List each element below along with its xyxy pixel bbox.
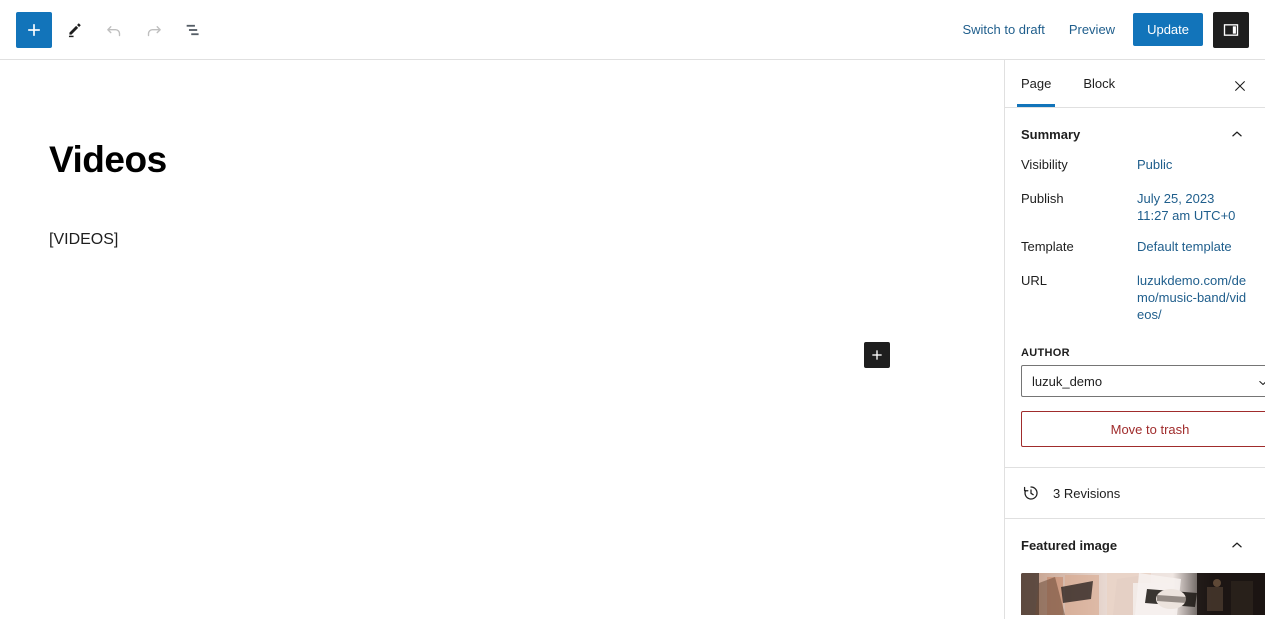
editor-header: Switch to draft Preview Update (0, 0, 1265, 60)
summary-row-template: Template Default template (1021, 238, 1249, 258)
document-overview-button[interactable] (176, 12, 212, 48)
revisions-label: 3 Revisions (1053, 486, 1120, 501)
document-overview-icon (183, 19, 205, 41)
author-select[interactable]: luzuk_demo (1021, 365, 1265, 397)
close-sidebar-button[interactable] (1225, 71, 1255, 101)
revisions-row[interactable]: 3 Revisions (1005, 468, 1265, 518)
close-icon (1232, 78, 1248, 94)
template-label: Template (1021, 238, 1137, 254)
header-left-tools (0, 12, 212, 48)
post-title[interactable]: Videos (49, 138, 167, 182)
summary-row-publish: Publish July 25, 2023 11:27 am UTC+0 (1021, 190, 1249, 224)
preview-button[interactable]: Preview (1057, 16, 1127, 43)
publish-label: Publish (1021, 190, 1137, 206)
template-value[interactable]: Default template (1137, 238, 1232, 255)
block-editor-app: Switch to draft Preview Update Videos [V… (0, 0, 1265, 619)
sidebar-tabs: Page Block (1005, 60, 1265, 108)
move-to-trash-button[interactable]: Move to trash (1021, 411, 1265, 447)
sidebar-panel-icon (1221, 20, 1241, 40)
featured-image-collapse-button[interactable] (1225, 533, 1249, 557)
redo-button[interactable] (136, 12, 172, 48)
featured-image-thumbnail[interactable] (1021, 573, 1265, 615)
pencil-icon (63, 19, 85, 41)
publish-value[interactable]: July 25, 2023 11:27 am UTC+0 (1137, 190, 1235, 224)
update-button[interactable]: Update (1133, 13, 1203, 46)
revision-history-icon (1021, 483, 1041, 503)
block-inserter-button[interactable] (864, 342, 890, 368)
tab-block[interactable]: Block (1067, 60, 1131, 107)
author-label: AUTHOR (1021, 347, 1249, 359)
add-block-button[interactable] (16, 12, 52, 48)
sidebar-toggle-button[interactable] (1213, 12, 1249, 48)
edit-tools-button[interactable] (56, 12, 92, 48)
undo-arrow-icon (103, 19, 125, 41)
editor-canvas[interactable]: Videos [VIDEOS] (0, 60, 1004, 619)
chevron-up-icon (1228, 125, 1246, 143)
url-value[interactable]: luzukdemo.com/demo/music-band/videos/ (1137, 272, 1249, 323)
summary-row-url: URL luzukdemo.com/demo/music-band/videos… (1021, 272, 1249, 323)
plus-icon (869, 347, 885, 363)
summary-row-visibility: Visibility Public (1021, 156, 1249, 176)
summary-collapse-button[interactable] (1225, 122, 1249, 146)
tab-page[interactable]: Page (1005, 60, 1067, 107)
author-section: AUTHOR luzuk_demo Move to trash (1005, 341, 1265, 447)
visibility-value[interactable]: Public (1137, 156, 1172, 173)
plus-icon (24, 20, 44, 40)
summary-panel-header[interactable]: Summary (1005, 108, 1265, 156)
url-label: URL (1021, 272, 1137, 288)
settings-sidebar: Page Block Summary Visibility Public (1004, 60, 1265, 619)
switch-to-draft-button[interactable]: Switch to draft (950, 16, 1056, 43)
featured-image-title: Featured image (1021, 538, 1117, 553)
visibility-label: Visibility (1021, 156, 1137, 172)
summary-title: Summary (1021, 127, 1080, 142)
author-select-wrapper: luzuk_demo (1021, 365, 1265, 397)
post-paragraph-block[interactable]: [VIDEOS] (49, 228, 118, 252)
undo-button[interactable] (96, 12, 132, 48)
header-right-actions: Switch to draft Preview Update (950, 12, 1265, 48)
featured-image-panel-header[interactable]: Featured image (1005, 519, 1265, 567)
summary-rows: Visibility Public Publish July 25, 2023 … (1005, 156, 1265, 341)
featured-image-photo (1021, 573, 1265, 615)
redo-arrow-icon (143, 19, 165, 41)
chevron-up-icon (1228, 536, 1246, 554)
